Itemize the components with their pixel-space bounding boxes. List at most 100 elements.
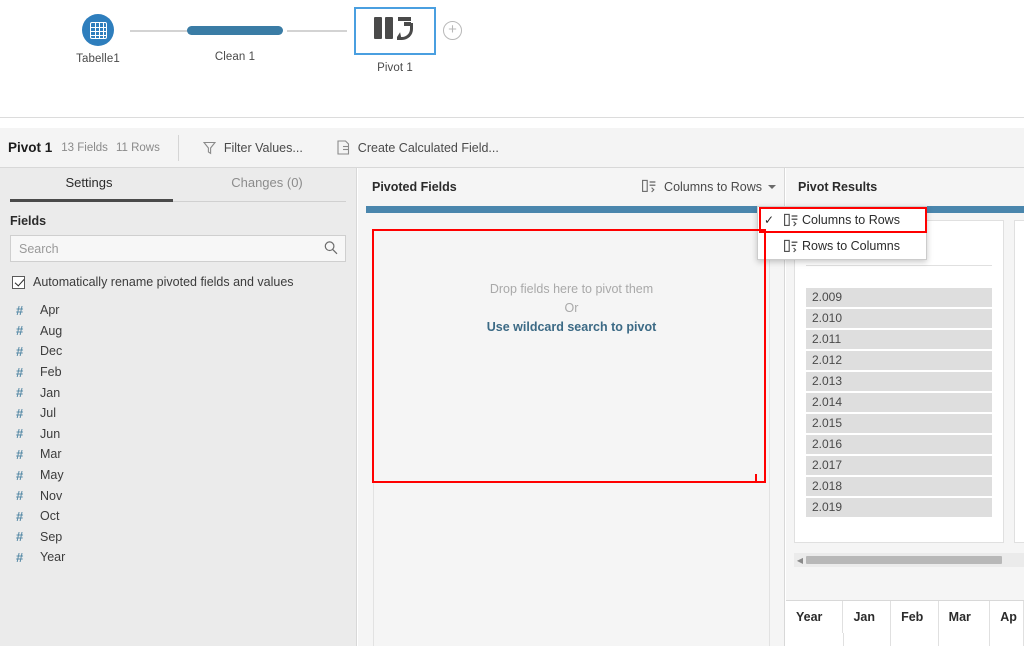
filter-values-button[interactable]: Filter Values... [197, 137, 309, 159]
menu-item-label: Rows to Columns [802, 239, 900, 253]
field-label: Dec [40, 344, 63, 359]
grid-cell[interactable] [786, 633, 844, 646]
field-item-jun[interactable]: # Jun [0, 424, 356, 445]
field-item-dec[interactable]: # Dec [0, 341, 356, 362]
toolbar-divider [177, 134, 179, 161]
field-label: May [40, 468, 64, 483]
create-calculated-field-button[interactable]: Create Calculated Field... [331, 136, 505, 159]
result-value[interactable]: 2.009 [806, 288, 992, 307]
pivoted-fields-accent-bar [366, 206, 766, 213]
field-label: Jul [40, 406, 56, 421]
field-item-nov[interactable]: # Nov [0, 485, 356, 506]
field-label: Sep [40, 529, 63, 544]
pivot-direction-dropdown-menu[interactable]: ✓ Columns to Rows Rows to Columns [757, 206, 927, 260]
result-value[interactable]: 2.013 [806, 372, 992, 391]
flow-node-label-clean: Clean 1 [214, 51, 256, 63]
field-count: 13 Fields [61, 141, 108, 154]
field-label: Nov [40, 488, 63, 503]
search-icon[interactable] [323, 240, 339, 256]
horizontal-scrollbar[interactable]: ◀ [794, 553, 1024, 567]
result-value[interactable]: 2.010 [806, 309, 992, 328]
number-type-icon: # [16, 508, 24, 524]
number-type-icon: # [16, 323, 24, 339]
grid-column-header[interactable]: Year [786, 601, 844, 633]
calculated-field-icon [337, 140, 350, 155]
card-divider [806, 265, 992, 266]
grid-column-header[interactable]: Jan [843, 601, 892, 633]
field-item-aug[interactable]: # Aug [0, 321, 356, 342]
result-value[interactable]: 2.018 [806, 477, 992, 496]
result-value[interactable]: 2.014 [806, 393, 992, 412]
field-item-apr[interactable]: # Apr [0, 300, 356, 321]
field-item-oct[interactable]: # Oct [0, 506, 356, 527]
create-calculated-field-label: Create Calculated Field... [357, 140, 499, 155]
rows-to-columns-icon [780, 239, 802, 253]
number-type-icon: # [16, 364, 24, 380]
wildcard-search-link[interactable]: Use wildcard search to pivot [374, 318, 769, 337]
field-item-mar[interactable]: # Mar [0, 444, 356, 465]
scroll-left-arrow-icon[interactable]: ◀ [794, 556, 806, 565]
tab-changes[interactable]: Changes (0) [178, 168, 356, 202]
pivoted-fields-header: Pivoted Fields Columns to Rows [358, 168, 784, 206]
settings-tabs: Settings Changes (0) [0, 168, 356, 202]
plus-circle-icon[interactable]: + [443, 21, 462, 40]
field-item-may[interactable]: # May [0, 465, 356, 486]
step-title: Pivot 1 [8, 140, 53, 155]
connector-2 [287, 30, 347, 32]
tab-settings[interactable]: Settings [0, 168, 178, 202]
clean-pill-icon [187, 26, 283, 35]
result-column-year[interactable]: # Year11 2.009 2.010 2.011 2.012 2.013 2… [794, 220, 1004, 543]
field-label: Jun [40, 426, 61, 441]
grid-column-header[interactable]: Mar [938, 601, 991, 633]
field-label: Year [40, 550, 66, 565]
field-item-sep[interactable]: # Sep [0, 527, 356, 548]
menu-item-columns-to-rows[interactable]: ✓ Columns to Rows [758, 207, 926, 233]
result-column-jan[interactable]: # Ja 4 4, 4, 4, 5, 6, 7, 8 8, 9, 9, [1014, 220, 1024, 543]
pivot-step-box[interactable] [354, 7, 436, 55]
field-label: Aug [40, 323, 63, 338]
pivot-direction-label: Columns to Rows [664, 180, 762, 194]
result-value[interactable]: 2.015 [806, 414, 992, 433]
field-item-feb[interactable]: # Feb [0, 362, 356, 383]
auto-rename-checkbox[interactable] [12, 275, 25, 289]
pivot-drop-zone[interactable]: Drop fields here to pivot them Or Use wi… [373, 229, 770, 646]
field-item-year[interactable]: # Year [0, 547, 356, 568]
grid-column-header[interactable]: Ap [990, 601, 1024, 633]
result-value[interactable]: 2.011 [806, 330, 992, 349]
grid-cell[interactable] [990, 633, 1024, 646]
field-item-jul[interactable]: # Jul [0, 403, 356, 424]
pivot-direction-selector[interactable]: Columns to Rows [638, 176, 764, 199]
field-label: Mar [40, 447, 62, 462]
chevron-down-icon[interactable] [764, 176, 780, 198]
grid-header-row: Year Jan Feb Mar Ap [786, 600, 1024, 633]
flow-pane: Tabelle1 Clean 1 Pivot 1 + [0, 0, 1024, 118]
number-type-icon: # [16, 385, 24, 401]
drop-zone-message: Drop fields here to pivot them Or Use wi… [374, 280, 769, 337]
auto-rename-label: Automatically rename pivoted fields and … [33, 275, 294, 289]
columns-to-rows-icon [780, 213, 802, 227]
flow-node-clean[interactable]: Clean 1 [187, 14, 283, 63]
flow-node-pivot[interactable]: Pivot 1 [352, 7, 438, 74]
number-type-icon: # [16, 529, 24, 545]
auto-rename-checkbox-row[interactable]: Automatically rename pivoted fields and … [0, 262, 356, 289]
result-value[interactable]: 2.016 [806, 435, 992, 454]
tab-changes-label: Changes (0) [231, 175, 303, 190]
search-input[interactable] [10, 235, 346, 262]
menu-item-rows-to-columns[interactable]: Rows to Columns [758, 233, 926, 259]
grid-cell[interactable] [938, 633, 991, 646]
number-type-icon: # [16, 426, 24, 442]
grid-column-header[interactable]: Feb [891, 601, 939, 633]
grid-cell[interactable] [843, 633, 892, 646]
result-value[interactable]: 2.012 [806, 351, 992, 370]
row-count: 11 Rows [115, 141, 160, 154]
flow-node-input[interactable]: Tabelle1 [62, 14, 134, 65]
grid-cell[interactable] [891, 633, 939, 646]
result-value[interactable]: 2.019 [806, 498, 992, 517]
scrollbar-thumb[interactable] [806, 556, 1002, 564]
tableau-prep-window: Tabelle1 Clean 1 Pivot 1 + Pivot 1 13 Fi… [0, 0, 1024, 646]
field-item-jan[interactable]: # Jan [0, 382, 356, 403]
result-value[interactable]: 2.017 [806, 456, 992, 475]
fields-list: # Apr # Aug # Dec # Feb # Jan # Jul # Ju… [0, 300, 356, 568]
number-type-icon: # [16, 446, 24, 462]
number-type-icon: # [16, 467, 24, 483]
